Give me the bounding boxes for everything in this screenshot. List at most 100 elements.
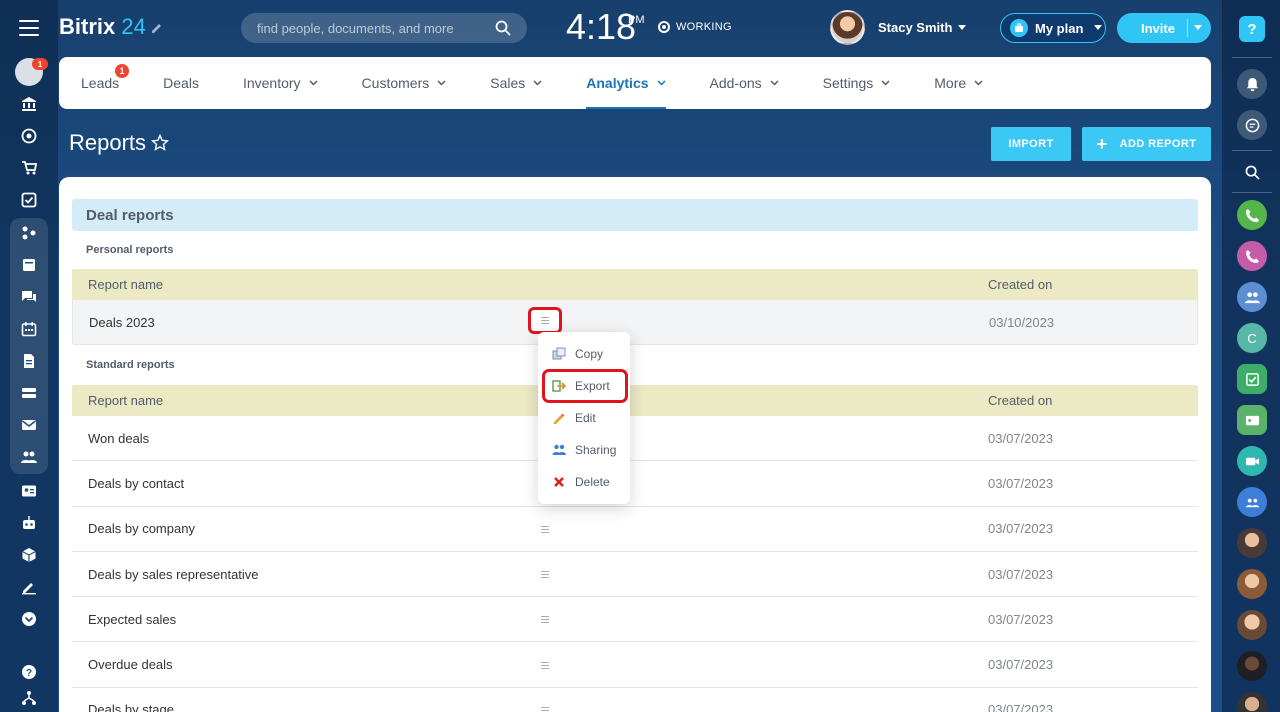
- avatar[interactable]: [1237, 610, 1267, 640]
- mail-icon[interactable]: [14, 413, 44, 437]
- box-icon[interactable]: [14, 543, 44, 567]
- open-channel-icon[interactable]: [1237, 405, 1267, 435]
- search-bar[interactable]: [241, 13, 527, 43]
- avatar[interactable]: [1237, 569, 1267, 599]
- user-name[interactable]: Stacy Smith: [878, 20, 952, 35]
- table-row[interactable]: Expected sales 03/07/2023: [72, 597, 1198, 643]
- tab-inventory[interactable]: Inventory: [243, 57, 318, 109]
- row-menu-button[interactable]: [528, 307, 562, 334]
- contact-avatar[interactable]: C: [1237, 323, 1267, 353]
- phone-call-icon[interactable]: [1237, 241, 1267, 271]
- menu-item-label: Delete: [575, 475, 610, 489]
- table-row[interactable]: Deals by sales representative 03/07/2023: [72, 551, 1198, 598]
- plus-icon: +: [1096, 134, 1108, 154]
- menu-item-sharing[interactable]: Sharing: [552, 440, 616, 460]
- checklist-icon[interactable]: [1237, 364, 1267, 394]
- video-icon[interactable]: [1237, 446, 1267, 476]
- import-button[interactable]: IMPORT: [991, 127, 1071, 161]
- report-name[interactable]: Deals by stage: [88, 702, 174, 712]
- tab-settings[interactable]: Settings: [823, 57, 891, 109]
- row-menu-icon[interactable]: [539, 524, 551, 534]
- table-row[interactable]: Deals 2023 03/10/2023: [72, 300, 1198, 346]
- chevron-down-icon[interactable]: [1194, 25, 1202, 31]
- avatar[interactable]: [1237, 528, 1267, 558]
- tab-sales[interactable]: Sales: [490, 57, 542, 109]
- menu-item-edit[interactable]: Edit: [552, 408, 596, 428]
- cart-icon[interactable]: [14, 156, 44, 180]
- search-icon[interactable]: [495, 20, 511, 36]
- app-logo[interactable]: Bitrix 24: [59, 14, 146, 40]
- tab-badge: 1: [115, 64, 129, 78]
- bank-icon[interactable]: [14, 92, 44, 116]
- more-down-icon[interactable]: [14, 607, 44, 631]
- report-name[interactable]: Deals by sales representative: [88, 567, 259, 582]
- my-plan-label: My plan: [1035, 20, 1084, 36]
- contact-card-icon[interactable]: [14, 479, 44, 503]
- bell-icon[interactable]: [1237, 69, 1267, 99]
- employees-icon[interactable]: [14, 445, 44, 469]
- tasks-icon[interactable]: [14, 188, 44, 212]
- report-date: 03/07/2023: [988, 566, 1054, 582]
- tab-more[interactable]: More: [934, 57, 983, 109]
- drive-icon[interactable]: [14, 381, 44, 405]
- report-name[interactable]: Expected sales: [88, 612, 176, 627]
- table-row[interactable]: Overdue deals 03/07/2023: [72, 642, 1198, 688]
- briefcase-icon: [1010, 19, 1028, 37]
- tab-add-ons[interactable]: Add-ons: [710, 57, 779, 109]
- menu-icon[interactable]: [19, 20, 39, 36]
- star-icon[interactable]: [151, 134, 169, 152]
- tab-leads[interactable]: Leads 1: [81, 57, 129, 109]
- automation-icon[interactable]: [14, 221, 44, 245]
- menu-item-copy[interactable]: Copy: [552, 344, 603, 364]
- robot-icon[interactable]: [14, 511, 44, 535]
- help-circle-icon[interactable]: ?: [14, 660, 44, 684]
- report-name[interactable]: Overdue deals: [88, 657, 173, 672]
- report-name[interactable]: Won deals: [88, 431, 149, 446]
- reports-panel: Deal reports Personal reports Report nam…: [59, 177, 1211, 712]
- report-name[interactable]: Deals 2023: [89, 315, 155, 330]
- export-highlight-box: [542, 369, 628, 403]
- group-icon[interactable]: [1237, 282, 1267, 312]
- tab-deals[interactable]: Deals: [163, 57, 199, 109]
- divider: [1232, 57, 1272, 58]
- structure-icon[interactable]: [14, 686, 44, 710]
- pencil-icon: [552, 411, 566, 425]
- report-name[interactable]: Deals by company: [88, 521, 195, 536]
- report-date: 03/07/2023: [988, 657, 1054, 673]
- search-icon[interactable]: [1237, 157, 1267, 187]
- invite-label: Invite: [1141, 20, 1175, 36]
- table-row[interactable]: Deals by stage 03/07/2023: [72, 687, 1198, 712]
- calendar-icon[interactable]: [14, 317, 44, 341]
- avatar[interactable]: [1237, 651, 1267, 681]
- my-plan-button[interactable]: My plan: [1000, 13, 1106, 43]
- row-menu-icon[interactable]: [539, 705, 551, 712]
- pencil-icon[interactable]: [150, 21, 164, 35]
- invite-button[interactable]: Invite: [1117, 13, 1211, 43]
- table-row[interactable]: Deals by company 03/07/2023: [72, 506, 1198, 552]
- document-icon[interactable]: [14, 349, 44, 373]
- clock-time[interactable]: 4:18: [566, 6, 636, 48]
- feed-icon[interactable]: [14, 253, 44, 277]
- chats-icon[interactable]: [1237, 487, 1267, 517]
- target-icon[interactable]: [14, 124, 44, 148]
- user-avatar[interactable]: [830, 10, 865, 45]
- add-report-button[interactable]: + ADD REPORT: [1082, 127, 1211, 161]
- sign-icon[interactable]: [14, 575, 44, 599]
- report-name[interactable]: Deals by contact: [88, 476, 184, 491]
- search-input[interactable]: [257, 20, 495, 36]
- help-button[interactable]: ?: [1239, 16, 1265, 42]
- menu-item-delete[interactable]: Delete: [552, 472, 610, 492]
- work-status[interactable]: WORKING: [658, 21, 732, 33]
- table-row[interactable]: Deals by contact 03/07/2023: [72, 461, 1198, 507]
- row-menu-icon[interactable]: [539, 614, 551, 624]
- row-menu-icon[interactable]: [539, 569, 551, 579]
- chat-icon[interactable]: [14, 285, 44, 309]
- chevron-down-icon[interactable]: [958, 25, 966, 31]
- chat-bubble-icon[interactable]: [1237, 110, 1267, 140]
- phone-icon[interactable]: [1237, 200, 1267, 230]
- tab-customers[interactable]: Customers: [362, 57, 447, 109]
- row-menu-icon[interactable]: [539, 660, 551, 670]
- report-date: 03/07/2023: [988, 521, 1054, 537]
- table-row[interactable]: Won deals 03/07/2023: [72, 416, 1198, 462]
- tab-analytics[interactable]: Analytics: [586, 57, 666, 109]
